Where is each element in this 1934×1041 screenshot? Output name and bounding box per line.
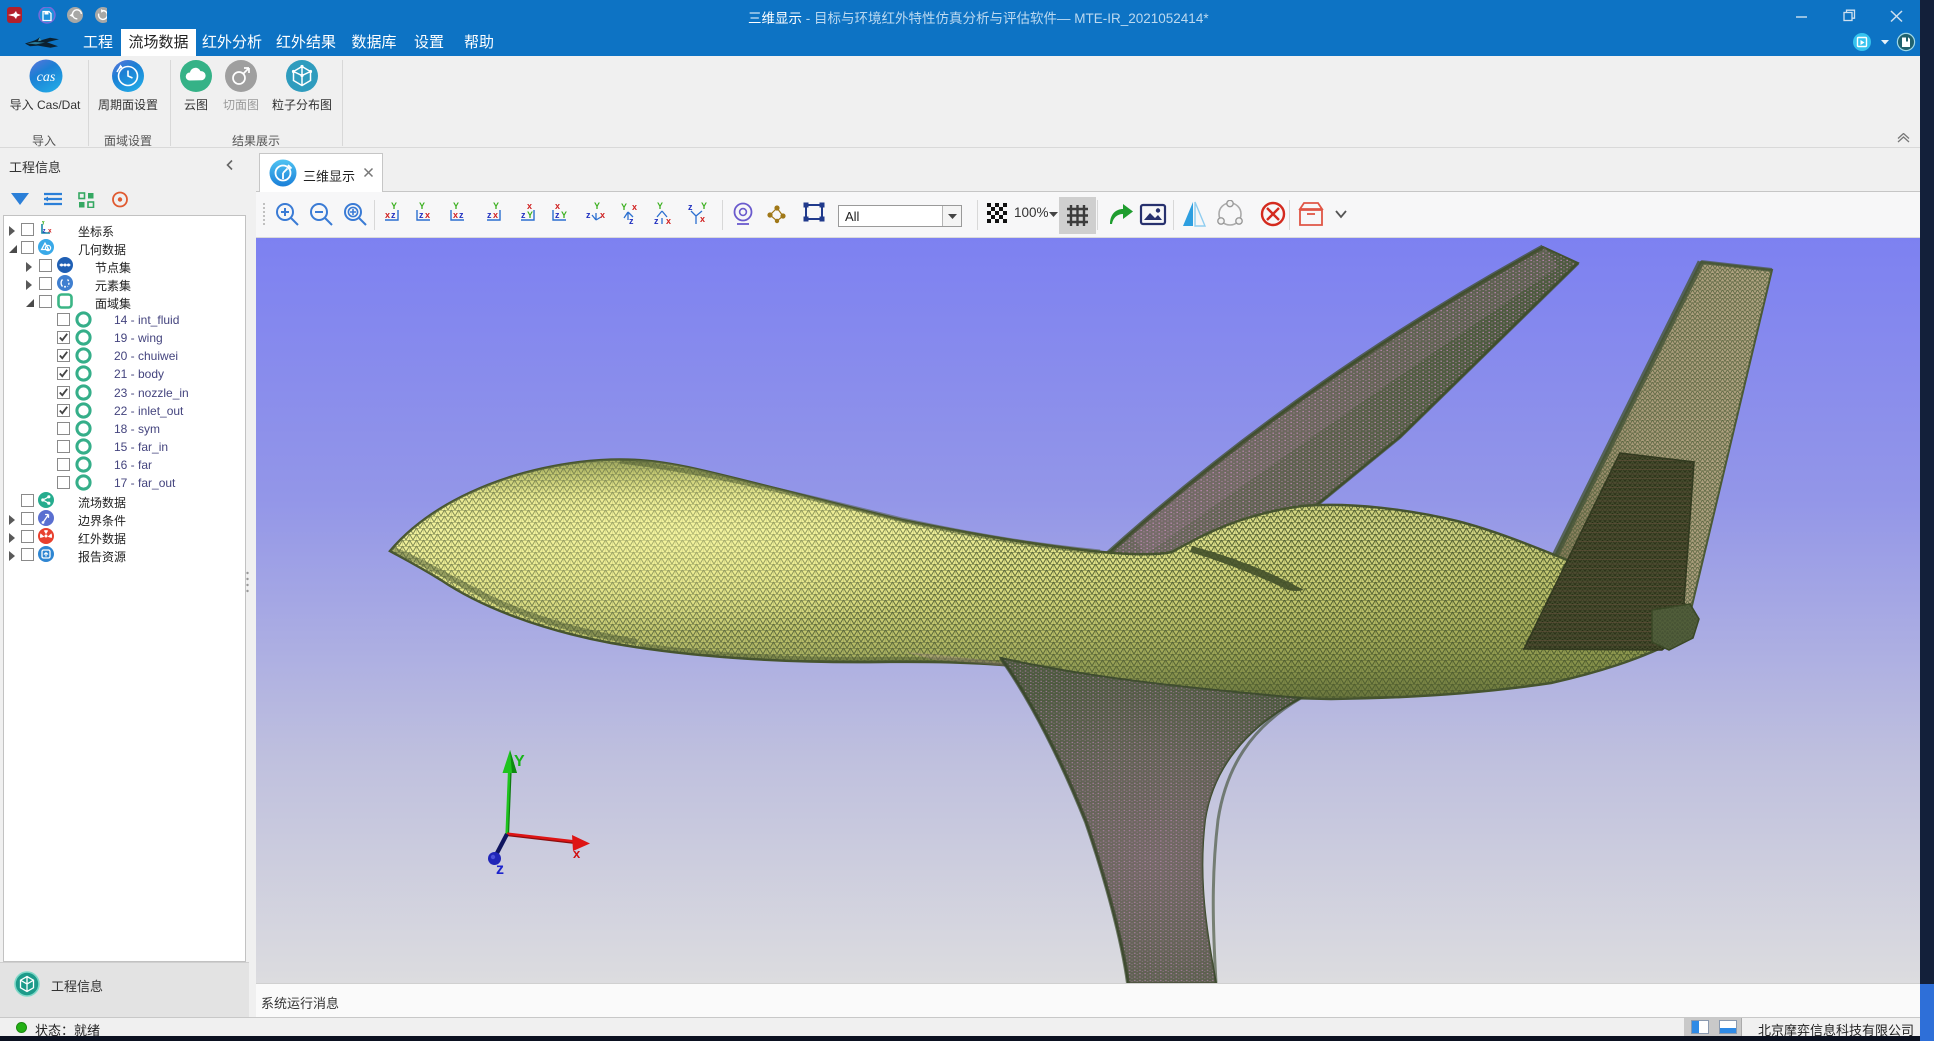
svg-text:x: x [600, 210, 605, 220]
svg-text:Y: Y [527, 210, 533, 220]
svg-text:z: z [521, 210, 526, 220]
svg-text:Y: Y [41, 221, 45, 227]
svg-text:Y: Y [701, 202, 707, 211]
svg-text:z: z [654, 216, 659, 226]
svg-text:x: x [425, 210, 430, 220]
svg-text:x: x [632, 202, 637, 212]
svg-text:z: z [391, 210, 396, 220]
svg-text:z: z [629, 216, 634, 226]
svg-text:z: z [555, 210, 560, 220]
svg-text:x: x [48, 228, 52, 235]
svg-text:Y: Y [419, 202, 425, 211]
svg-text:z: z [586, 210, 591, 220]
svg-text:z: z [688, 202, 693, 212]
svg-text:x: x [700, 214, 705, 224]
svg-text:x: x [555, 202, 560, 211]
svg-text:z: z [43, 229, 46, 235]
svg-text:x: x [453, 210, 458, 220]
svg-text:Y: Y [453, 202, 459, 211]
svg-text:Y: Y [493, 202, 499, 211]
svg-text:z: z [419, 210, 424, 220]
svg-text:Y: Y [391, 202, 397, 211]
svg-text:Y: Y [657, 202, 663, 211]
svg-text:x: x [527, 202, 532, 211]
svg-text:z: z [487, 210, 492, 220]
svg-text:x: x [573, 846, 581, 861]
svg-text:x: x [493, 210, 498, 220]
svg-text:Y: Y [561, 210, 567, 220]
svg-text:z: z [459, 210, 464, 220]
svg-text:cas: cas [37, 70, 56, 85]
svg-text:Y: Y [621, 202, 627, 212]
svg-text:z: z [496, 861, 504, 878]
svg-text:x: x [666, 216, 671, 226]
svg-text:Y: Y [514, 753, 525, 770]
svg-text:x: x [385, 210, 390, 220]
